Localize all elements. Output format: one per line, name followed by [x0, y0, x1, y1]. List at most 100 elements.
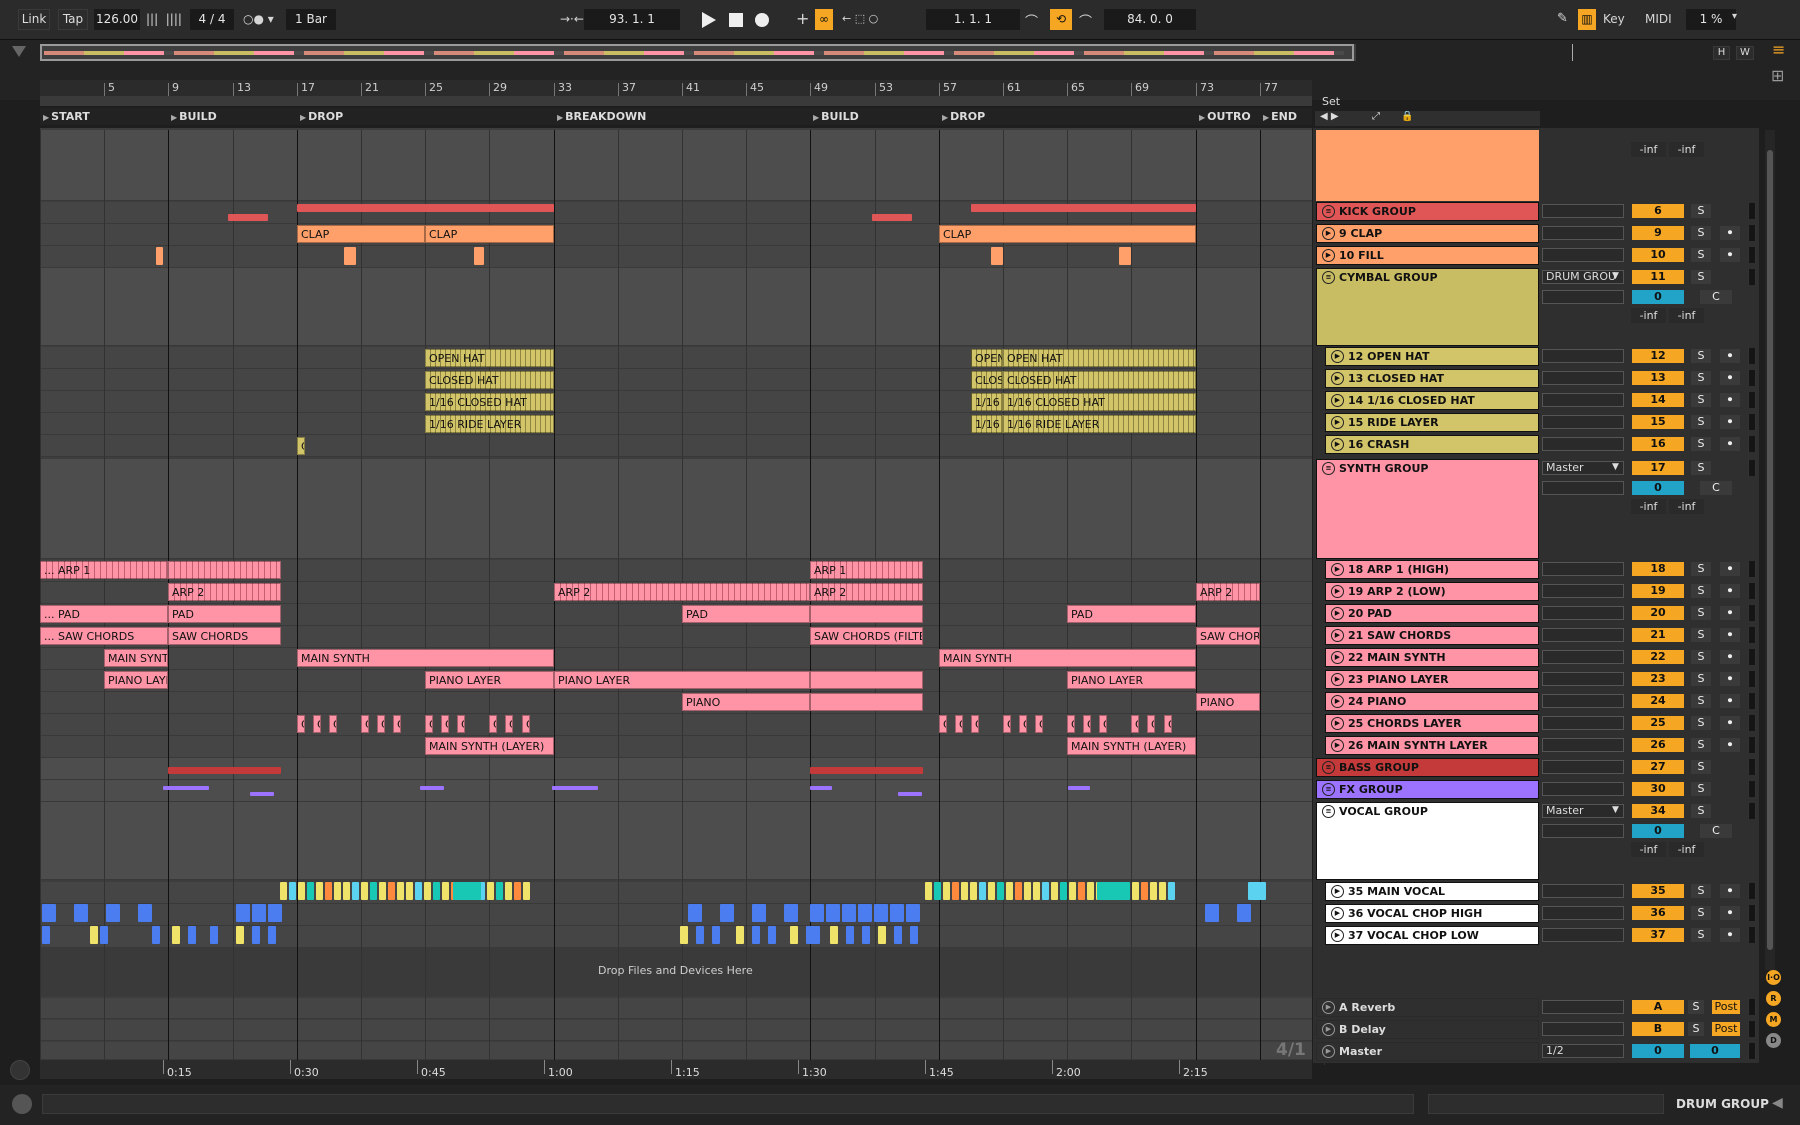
- solo-button[interactable]: S: [1691, 694, 1711, 708]
- tap-button[interactable]: Tap: [58, 9, 88, 30]
- vocal-chop-high-clip[interactable]: [858, 904, 872, 922]
- pan-field[interactable]: C: [1700, 481, 1732, 495]
- solo-button[interactable]: S: [1688, 1022, 1704, 1036]
- fold-icon[interactable]: ≡: [1322, 783, 1335, 796]
- vocal-chop-high-clip[interactable]: [784, 904, 798, 922]
- vocal-chop-low-clip[interactable]: [812, 926, 820, 944]
- vocal-chop-low-clip[interactable]: [188, 926, 196, 944]
- vocal-chop-high-clip[interactable]: [252, 904, 266, 922]
- vocal-chop-low-clip[interactable]: [252, 926, 260, 944]
- locator-drop[interactable]: DROP: [300, 110, 343, 123]
- back-to-arrangement-icon[interactable]: ← ⬚ ○: [842, 12, 878, 25]
- closed-hat-clip[interactable]: CLOS: [971, 371, 1003, 389]
- fx-group-summary[interactable]: [810, 786, 832, 790]
- solo-button[interactable]: S: [1691, 804, 1711, 818]
- vocal-chop-high-clip[interactable]: [1237, 904, 1251, 922]
- arp1-clip[interactable]: [168, 561, 281, 579]
- arp1-clip[interactable]: ... ARP 1: [40, 561, 168, 579]
- main-vocal-clip[interactable]: [289, 882, 296, 900]
- locator-build[interactable]: BUILD: [813, 110, 859, 123]
- arm-record-icon[interactable]: ⏺: [1720, 226, 1740, 240]
- main-vocal-clip[interactable]: [433, 882, 440, 900]
- main-vocal-clip[interactable]: [1024, 882, 1031, 900]
- track-number[interactable]: 24: [1632, 694, 1684, 708]
- volume-field[interactable]: 0: [1632, 481, 1684, 495]
- vocal-chop-low-clip[interactable]: [210, 926, 218, 944]
- cpu-dropdown-icon[interactable]: ▾: [1732, 11, 1737, 22]
- main-vocal-clip[interactable]: [487, 882, 494, 900]
- arrangement-lane[interactable]: [40, 714, 1312, 736]
- clap-clip[interactable]: CLAP: [425, 225, 554, 243]
- main-vocal-clip[interactable]: [442, 882, 449, 900]
- track-header-22-main-synth[interactable]: ▶ 22 MAIN SYNTH: [1325, 648, 1539, 667]
- main-vocal-clip[interactable]: [352, 882, 359, 900]
- main-vocal-clip[interactable]: [496, 882, 503, 900]
- solo-button[interactable]: S: [1691, 461, 1711, 475]
- track-header-9-clap[interactable]: ▶ 9 CLAP: [1316, 224, 1539, 243]
- main-vocal-clip[interactable]: [325, 882, 332, 900]
- main-vocal-clip[interactable]: [979, 882, 986, 900]
- main-vocal-clip[interactable]: [1097, 882, 1125, 900]
- solo-button[interactable]: S: [1691, 884, 1711, 898]
- pan-field[interactable]: C: [1700, 290, 1732, 304]
- main-vocal-clip[interactable]: [453, 882, 481, 900]
- input-output-chooser[interactable]: [1542, 716, 1624, 730]
- kick-fill-summary[interactable]: [872, 214, 912, 221]
- main-vocal-clip[interactable]: [943, 882, 950, 900]
- dropdown-icon[interactable]: ▼: [1612, 805, 1619, 815]
- track-number[interactable]: 34: [1632, 804, 1684, 818]
- input-output-chooser[interactable]: [1542, 928, 1624, 942]
- vocal-chop-high-clip[interactable]: [720, 904, 734, 922]
- vocal-chop-low-clip[interactable]: [172, 926, 180, 944]
- main-vocal-clip[interactable]: [379, 882, 386, 900]
- main-vocal-clip[interactable]: [1159, 882, 1166, 900]
- track-play-icon[interactable]: ▶: [1322, 249, 1335, 262]
- track-number[interactable]: 18: [1632, 562, 1684, 576]
- saw-chords-clip[interactable]: SAW CHORDS (FILTE: [810, 627, 923, 645]
- bass-group-summary[interactable]: [810, 767, 923, 774]
- fx-group-summary[interactable]: [1068, 786, 1090, 790]
- main-vocal-clip[interactable]: [1132, 882, 1139, 900]
- main-vocal-clip[interactable]: [1078, 882, 1085, 900]
- track-number[interactable]: 37: [1632, 928, 1684, 942]
- track-number[interactable]: 13: [1632, 371, 1684, 385]
- chords-layer-clip[interactable]: C: [313, 715, 321, 733]
- track-header-synth-group[interactable]: ≡ SYNTH GROUP: [1316, 459, 1539, 559]
- track-header-12-open-hat[interactable]: ▶ 12 OPEN HAT: [1325, 347, 1539, 366]
- piano-layer-clip[interactable]: PIANO LAYER: [554, 671, 810, 689]
- track-number[interactable]: 11: [1632, 270, 1684, 284]
- metronome-bars-icon[interactable]: ||| ||||: [146, 12, 182, 26]
- fx-group-summary[interactable]: [898, 792, 922, 796]
- input-output-chooser[interactable]: [1542, 204, 1624, 218]
- chords-layer-clip[interactable]: C: [361, 715, 369, 733]
- midi-map-button[interactable]: MIDI: [1645, 12, 1672, 26]
- track-header-36-vocal-chop-high[interactable]: ▶ 36 VOCAL CHOP HIGH: [1325, 904, 1539, 923]
- chords-layer-clip[interactable]: C: [1035, 715, 1043, 733]
- vocal-chop-low-clip[interactable]: [830, 926, 838, 944]
- post-toggle[interactable]: Post: [1712, 1000, 1740, 1014]
- expand-icon[interactable]: ⤢: [1372, 111, 1380, 122]
- open-hat-clip[interactable]: OPEN: [971, 349, 1003, 367]
- input-output-chooser[interactable]: [1542, 628, 1624, 642]
- arrangement-lane[interactable]: [40, 802, 1312, 880]
- vocal-chop-low-clip[interactable]: [90, 926, 98, 944]
- track-header-fx-group[interactable]: ≡ FX GROUP: [1316, 780, 1539, 799]
- chords-layer-clip[interactable]: C: [939, 715, 947, 733]
- track-number[interactable]: 9: [1632, 226, 1684, 240]
- kick-group-clip-summary[interactable]: [971, 204, 1196, 212]
- arrangement-position-field[interactable]: 93. 1. 1: [584, 9, 680, 30]
- track-number[interactable]: 10: [1632, 248, 1684, 262]
- arp2-clip[interactable]: ARP 2: [1196, 583, 1260, 601]
- track-header-26-main-synth-layer[interactable]: ▶ 26 MAIN SYNTH LAYER: [1325, 736, 1539, 755]
- track-number[interactable]: 16: [1632, 437, 1684, 451]
- open-hat-clip[interactable]: OPEN HAT: [425, 349, 554, 367]
- set-locator-button[interactable]: Set: [1322, 95, 1340, 108]
- clap-clip[interactable]: CLAP: [297, 225, 425, 243]
- vocal-chop-high-clip[interactable]: [906, 904, 920, 922]
- stop-icon[interactable]: [729, 13, 743, 27]
- browser-icon[interactable]: ⊞: [1771, 66, 1784, 85]
- solo-button[interactable]: S: [1691, 928, 1711, 942]
- input-output-chooser[interactable]: [1542, 371, 1624, 385]
- track-header-16-crash[interactable]: ▶ 16 CRASH: [1325, 435, 1539, 454]
- solo-button[interactable]: S: [1691, 584, 1711, 598]
